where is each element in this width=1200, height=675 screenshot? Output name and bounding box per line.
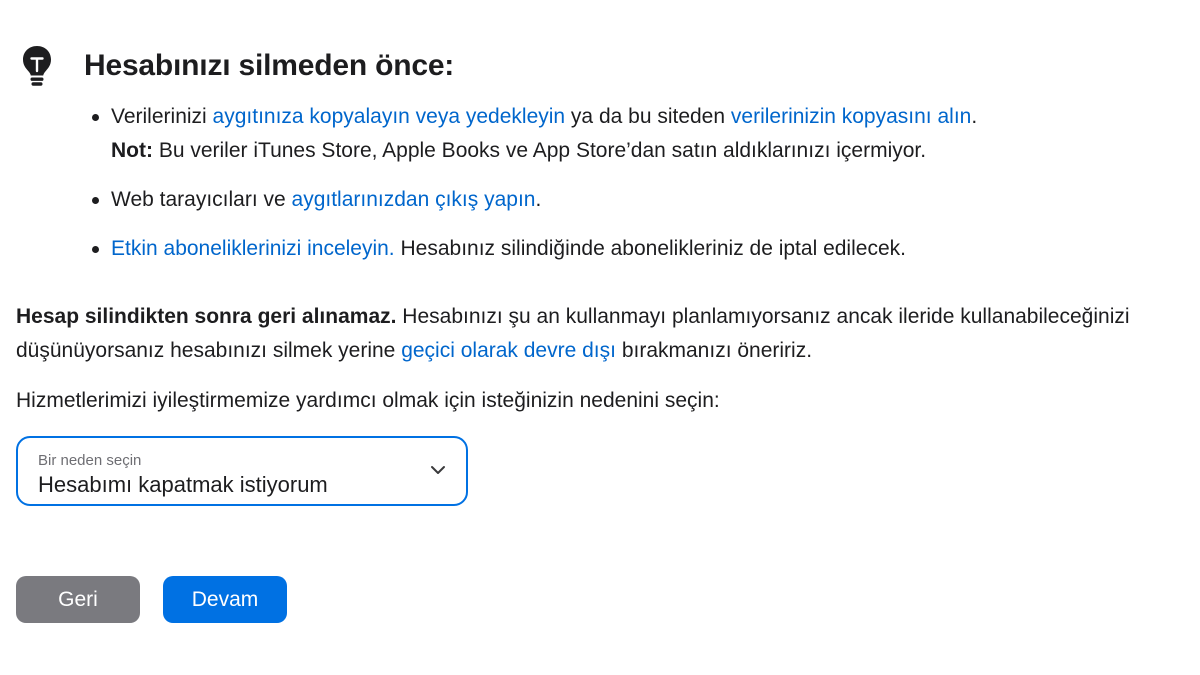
sign-out-devices-link[interactable]: aygıtlarınızdan çıkış yapın (292, 188, 536, 211)
note-label: Not: (111, 139, 153, 162)
chevron-down-icon (431, 466, 445, 474)
list-item-backup: Verilerinizi aygıtınıza kopyalayın veya … (92, 100, 977, 168)
warning-text-3: bırakmanızı öneririz. (615, 339, 813, 362)
copy-to-device-link[interactable]: aygıtınıza kopyalayın veya yedekleyin (213, 105, 566, 128)
delete-account-page: Hesabınızı silmeden önce: Verilerinizi a… (0, 0, 1200, 675)
sign-out-text-post: . (535, 188, 542, 211)
back-button[interactable]: Geri (16, 576, 140, 623)
tip-header: Hesabınızı silmeden önce: (20, 44, 454, 88)
backup-text-mid: ya da bu siteden (565, 105, 731, 128)
irreversible-warning: Hesap silindikten sonra geri alınamaz. H… (16, 300, 1200, 368)
reason-select-value: Hesabımı kapatmak istiyorum (38, 472, 328, 497)
note-text: Bu veriler iTunes Store, Apple Books ve … (152, 139, 927, 162)
review-subscriptions-link[interactable]: Etkin aboneliklerinizi inceleyin. (111, 237, 395, 260)
reason-select-label: Bir neden seçin (38, 452, 142, 469)
tip-list: Verilerinizi aygıtınıza kopyalayın veya … (92, 100, 977, 281)
get-data-copy-link[interactable]: verilerinizin kopyasını alın (731, 105, 971, 128)
warning-bold: Hesap silindikten sonra geri alınamaz. (16, 305, 397, 328)
continue-button[interactable]: Devam (163, 576, 287, 623)
lightbulb-icon (23, 46, 51, 86)
warning-text-1: Hesabınızı şu an kullanmayı planlamıyors… (396, 305, 1130, 328)
sign-out-text-pre: Web tarayıcıları ve (111, 188, 292, 211)
list-item-sign-out: Web tarayıcıları ve aygıtlarınızdan çıkı… (92, 183, 977, 217)
deactivate-temporarily-link[interactable]: geçici olarak devre dışı (401, 339, 616, 362)
backup-text-pre: Verilerinizi (111, 105, 213, 128)
warning-text-2: düşünüyorsanız hesabınızı silmek yerine (16, 339, 402, 362)
subscriptions-text: Hesabınız silindiğinde abonelikleriniz d… (394, 237, 906, 260)
tip-title: Hesabınızı silmeden önce: (84, 49, 455, 82)
backup-text-post: . (971, 105, 978, 128)
reason-select[interactable]: Bir neden seçin Hesabımı kapatmak istiyo… (16, 436, 468, 506)
reason-prompt: Hizmetlerimizi iyileştirmemize yardımcı … (16, 389, 720, 412)
list-item-subscriptions: Etkin aboneliklerinizi inceleyin. Hesabı… (92, 232, 977, 266)
